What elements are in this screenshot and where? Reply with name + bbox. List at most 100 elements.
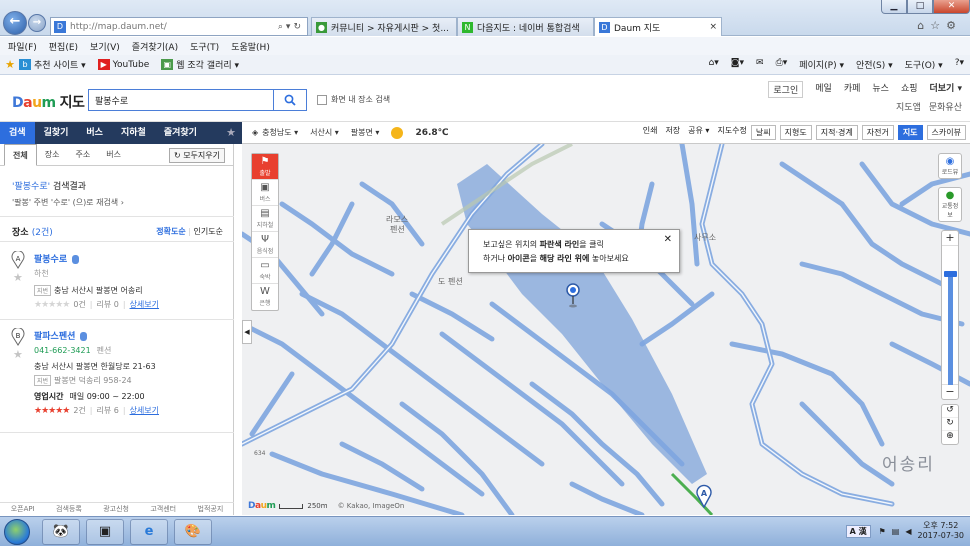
lodging-button[interactable]: ▭ 숙박 [252,258,278,284]
map-roads[interactable] [242,144,970,515]
browser-right-icons[interactable]: ⌂☆⚙ [917,19,962,32]
traffic-button[interactable]: ● 교통정보 [938,187,962,222]
taskbar-app-monitor[interactable]: ▣ [86,519,124,545]
mail-icon[interactable]: ✉ [756,58,764,71]
subtab-all[interactable]: 전체 [4,143,37,166]
address-url[interactable]: http://map.daum.net/ [70,22,278,32]
tray-volume-icon[interactable]: ◀ [905,527,911,536]
taskbar-paint-icon[interactable]: 🎨 [174,519,212,545]
tool-edit-map[interactable]: 지도수정 [717,125,746,140]
region-province[interactable]: 충청남도 ▾ [262,127,298,138]
region-town[interactable]: 팔봉면 ▾ [351,127,380,138]
footer-link[interactable]: 오픈API [11,504,35,515]
ime-indicator[interactable]: A 漢 [845,524,871,538]
pin-icon[interactable]: ⊕ [942,431,958,444]
collapse-panel-button[interactable]: ◀ [242,320,252,344]
btn-terrain[interactable]: 지형도 [779,125,812,140]
start-button[interactable] [4,519,30,545]
fav-youtube[interactable]: ▶ YouTube [97,59,149,70]
bus-button[interactable]: ▣ 버스 [252,180,278,206]
tool-save[interactable]: 저장 [665,125,680,140]
link-heritage[interactable]: 문화유산 [929,100,962,113]
btn-weather[interactable]: 날씨 [750,125,776,140]
fav-recommended[interactable]: b 추천 사이트 ▾ [19,58,86,71]
tool-print[interactable]: 인쇄 [643,125,658,140]
related-search-link[interactable]: '팔봉' 주변 '수로' (으)로 재검색 › [12,197,124,208]
menu-help[interactable]: 도움말(H) [231,40,270,53]
place-name-link[interactable]: 팔봉수로 [34,252,80,265]
link-news[interactable]: 뉴스 [872,81,889,98]
zoom-slider[interactable] [942,245,958,385]
footer-link[interactable]: 법적공지 [198,504,224,515]
clock[interactable]: 오후 7:52 2017-07-30 [918,521,965,541]
address-tools-icon[interactable]: ⌕▾↻ [278,22,304,32]
login-button[interactable]: 로그인 [768,81,804,98]
sort-accuracy[interactable]: 정확도순 [156,227,185,236]
subtab-address[interactable]: 주소 [67,144,98,166]
link-map-app[interactable]: 지도앱 [896,100,921,113]
roadview-drag-icon[interactable] [566,282,580,310]
tool-share[interactable]: 공유 ▾ [688,125,709,140]
fav-web-slice[interactable]: ▣ 웹 조각 갤러리 ▾ [161,58,239,71]
detail-link[interactable]: 상세보기 [130,299,159,310]
place-name-link[interactable]: 팔파스펜션 [34,329,88,342]
favorite-star-icon[interactable]: ★ [226,122,242,144]
search-button[interactable] [274,89,307,111]
print-icon[interactable]: ⎙▾ [776,58,788,71]
tab-bus[interactable]: 버스 [77,122,112,144]
rotate-cw-icon[interactable]: ↻ [942,418,958,431]
list-item[interactable]: B ★ 팔파스펜션 041-662-3421 펜션 충남 서산시 팔봉면 한월당로… [0,325,234,425]
tray-network-icon[interactable]: ▤ [892,527,900,536]
restaurant-button[interactable]: Ψ 음식점 [252,232,278,258]
cmd-safety[interactable]: 안전(S) ▾ [856,58,893,71]
search-in-view-checkbox[interactable]: 화면 내 장소 검색 [317,94,390,105]
sort-popularity[interactable]: 인기도순 [194,227,223,236]
map-canvas[interactable]: 라모스 펜션 도 펜션 사무소 어송리 634 ⚑ 출발 ▣ 버스 ▤ 지하철 Ψ 음식… [242,144,970,515]
browser-tab-community[interactable]: ● 커뮤니티 > 자유게시판 > 첫... [311,17,457,36]
browser-tab-naver[interactable]: N 다음지도 : 네이버 통합검색 [457,17,594,36]
menu-view[interactable]: 보기(V) [90,40,120,53]
list-item[interactable]: A ★ 팔봉수로 하천 지번 충남 서산시 팔봉면 어송리 ★★★★★ 0건 | … [0,248,234,318]
favorites-star-icon[interactable]: ★ [4,59,16,70]
subtab-places[interactable]: 장소 [37,144,68,166]
home-icon[interactable]: ⌂▾ [709,58,719,71]
menu-tools[interactable]: 도구(T) [190,40,219,53]
link-shopping[interactable]: 쇼핑 [901,81,918,98]
favorite-star-icon[interactable]: ★ [13,348,23,361]
help-icon[interactable]: ?▾ [955,58,964,71]
rss-icon[interactable]: ◙▾ [731,58,744,71]
zoom-in-button[interactable]: + [942,231,958,245]
window-close-button[interactable]: ✕ [933,0,970,14]
tab-subway[interactable]: 지하철 [112,122,155,144]
menu-favorites[interactable]: 즐겨찾기(A) [132,40,178,53]
start-point-button[interactable]: ⚑ 출발 [252,154,278,180]
rotate-ccw-icon[interactable]: ↺ [942,405,958,418]
footer-link[interactable]: 검색등록 [56,504,82,515]
btn-cadastral[interactable]: 지적·경계 [815,125,858,140]
zoom-knob[interactable] [944,271,957,277]
link-more[interactable]: 더보기 ▾ [930,81,963,98]
footer-link[interactable]: 광고신청 [103,504,129,515]
menu-file[interactable]: 파일(F) [8,40,37,53]
tab-close-icon[interactable]: × [703,22,717,32]
taskbar-app-panda[interactable]: 🐼 [42,519,80,545]
tooltip-close-icon[interactable]: ✕ [664,233,672,247]
forward-button[interactable]: → [28,14,46,32]
back-button[interactable]: ← [3,11,27,35]
clear-all-button[interactable]: ↻ 모두지우기 [168,148,225,163]
subway-button[interactable]: ▤ 지하철 [252,206,278,232]
zoom-out-button[interactable]: − [942,385,958,399]
cmd-page[interactable]: 페이지(P) ▾ [799,58,844,71]
footer-link[interactable]: 고객센터 [150,504,176,515]
region-city[interactable]: 서산시 ▾ [310,127,339,138]
daum-map-logo[interactable]: Daum 지도 [12,92,85,112]
roadview-button[interactable]: ◉ 로드뷰 [938,153,962,179]
search-input[interactable]: 팔봉수로 [88,89,274,111]
tray-flag-icon[interactable]: ⚑ [879,527,886,536]
cmd-tools[interactable]: 도구(O) ▾ [905,58,943,71]
tab-favorites[interactable]: 즐겨찾기 [155,122,206,144]
subtab-bus[interactable]: 버스 [98,144,129,166]
detail-link[interactable]: 상세보기 [130,405,159,416]
place-phone[interactable]: 041-662-3421 펜션 [34,345,111,356]
browser-tab-daum-map[interactable]: D Daum 지도 × [594,17,722,36]
